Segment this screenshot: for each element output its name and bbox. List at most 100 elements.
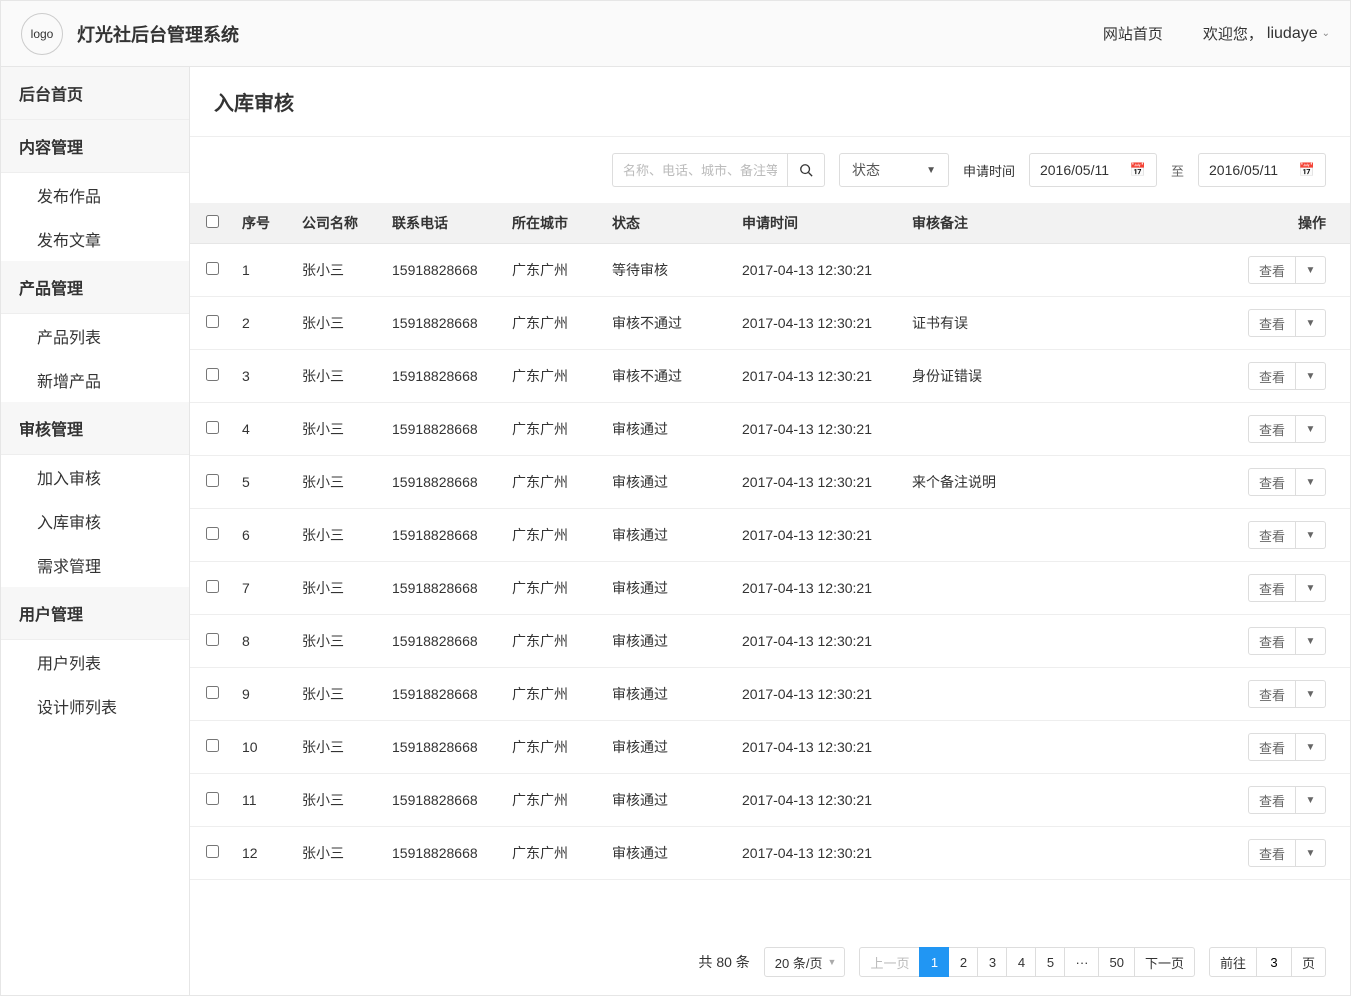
cell-remark [904,562,1210,615]
row-checkbox[interactable] [206,580,219,593]
nav-item[interactable]: 新增产品 [1,358,189,402]
cell-name: 张小三 [294,721,384,774]
view-button[interactable]: 查看 [1248,627,1296,655]
calendar-icon: 📅 [1130,162,1146,178]
cell-city: 广东广州 [504,721,604,774]
chevron-down-icon: ▼ [828,957,837,967]
nav-item[interactable]: 发布文章 [1,217,189,261]
view-button[interactable]: 查看 [1248,521,1296,549]
nav-item[interactable]: 产品列表 [1,314,189,358]
cell-city: 广东广州 [504,456,604,509]
more-actions-button[interactable]: ▼ [1296,468,1326,496]
pagination: 共 80 条 20 条/页 ▼ 上一页12345···50下一页 前往 页 [190,929,1350,995]
view-button[interactable]: 查看 [1248,680,1296,708]
nav-group-title[interactable]: 审核管理 [1,402,189,455]
page-number-button[interactable]: 1 [919,947,949,977]
view-button[interactable]: 查看 [1248,309,1296,337]
row-checkbox[interactable] [206,315,219,328]
nav-item[interactable]: 用户列表 [1,640,189,684]
more-actions-button[interactable]: ▼ [1296,839,1326,867]
row-checkbox[interactable] [206,474,219,487]
page-number-button[interactable]: 5 [1035,947,1065,977]
more-actions-button[interactable]: ▼ [1296,574,1326,602]
search-input[interactable] [612,153,787,187]
row-checkbox[interactable] [206,368,219,381]
view-button[interactable]: 查看 [1248,362,1296,390]
cell-index: 9 [234,668,294,721]
page-number-button[interactable]: 50 [1098,947,1134,977]
view-button[interactable]: 查看 [1248,256,1296,284]
nav-group-title[interactable]: 用户管理 [1,587,189,640]
cell-time: 2017-04-13 12:30:21 [734,456,904,509]
nav-group-title[interactable]: 内容管理 [1,120,189,173]
cell-phone: 15918828668 [384,562,504,615]
row-checkbox[interactable] [206,421,219,434]
page-number-button[interactable]: 2 [948,947,978,977]
page-number-button[interactable]: 3 [977,947,1007,977]
row-checkbox[interactable] [206,792,219,805]
more-actions-button[interactable]: ▼ [1296,415,1326,443]
total-count: 共 80 条 [698,952,749,972]
date-to-input[interactable]: 2016/05/11 📅 [1198,153,1326,187]
nav-group-title[interactable]: 后台首页 [1,67,189,120]
select-all-checkbox[interactable] [206,215,219,228]
more-actions-button[interactable]: ▼ [1296,627,1326,655]
more-actions-button[interactable]: ▼ [1296,256,1326,284]
date-from-input[interactable]: 2016/05/11 📅 [1029,153,1157,187]
cell-name: 张小三 [294,615,384,668]
view-button[interactable]: 查看 [1248,574,1296,602]
page-size-select[interactable]: 20 条/页 ▼ [764,947,846,977]
cell-status: 审核通过 [604,403,734,456]
row-checkbox[interactable] [206,262,219,275]
cell-time: 2017-04-13 12:30:21 [734,562,904,615]
view-button[interactable]: 查看 [1248,468,1296,496]
chevron-down-icon: ⌄ [1322,28,1330,39]
row-checkbox[interactable] [206,845,219,858]
cell-remark [904,244,1210,297]
nav-item[interactable]: 入库审核 [1,499,189,543]
prev-page-button[interactable]: 上一页 [859,947,920,977]
view-button[interactable]: 查看 [1248,839,1296,867]
page-jump: 前往 页 [1209,947,1326,977]
cell-remark [904,615,1210,668]
site-home-link[interactable]: 网站首页 [1103,23,1163,44]
nav-group-title[interactable]: 产品管理 [1,261,189,314]
more-actions-button[interactable]: ▼ [1296,680,1326,708]
cell-index: 2 [234,297,294,350]
cell-name: 张小三 [294,350,384,403]
next-page-button[interactable]: 下一页 [1134,947,1195,977]
row-checkbox[interactable] [206,527,219,540]
nav-item[interactable]: 加入审核 [1,455,189,499]
row-checkbox[interactable] [206,633,219,646]
cell-status: 等待审核 [604,244,734,297]
more-actions-button[interactable]: ▼ [1296,309,1326,337]
cell-phone: 15918828668 [384,456,504,509]
cell-time: 2017-04-13 12:30:21 [734,509,904,562]
page-number-button[interactable]: 4 [1006,947,1036,977]
search-button[interactable] [787,153,825,187]
row-checkbox[interactable] [206,686,219,699]
header: logo 灯光社后台管理系统 网站首页 欢迎您， liudaye ⌄ [1,1,1350,67]
more-actions-button[interactable]: ▼ [1296,362,1326,390]
status-select[interactable]: 状态 ▼ [839,153,949,187]
view-button[interactable]: 查看 [1248,733,1296,761]
more-actions-button[interactable]: ▼ [1296,733,1326,761]
nav-item[interactable]: 需求管理 [1,543,189,587]
column-header: 状态 [604,203,734,244]
jump-input[interactable] [1257,947,1291,977]
table-row: 5张小三15918828668广东广州审核通过2017-04-13 12:30:… [190,456,1350,509]
cell-remark [904,403,1210,456]
more-actions-button[interactable]: ▼ [1296,786,1326,814]
filters: 状态 ▼ 申请时间 2016/05/11 📅 至 2016/05/11 📅 [190,137,1350,203]
nav-item[interactable]: 设计师列表 [1,684,189,728]
column-header: 申请时间 [734,203,904,244]
nav-item[interactable]: 发布作品 [1,173,189,217]
more-actions-button[interactable]: ▼ [1296,521,1326,549]
jump-suffix: 页 [1291,947,1326,977]
row-checkbox[interactable] [206,739,219,752]
view-button[interactable]: 查看 [1248,786,1296,814]
column-header: 序号 [234,203,294,244]
view-button[interactable]: 查看 [1248,415,1296,443]
user-menu[interactable]: 欢迎您， liudaye ⌄ [1203,23,1330,44]
calendar-icon: 📅 [1299,162,1315,178]
